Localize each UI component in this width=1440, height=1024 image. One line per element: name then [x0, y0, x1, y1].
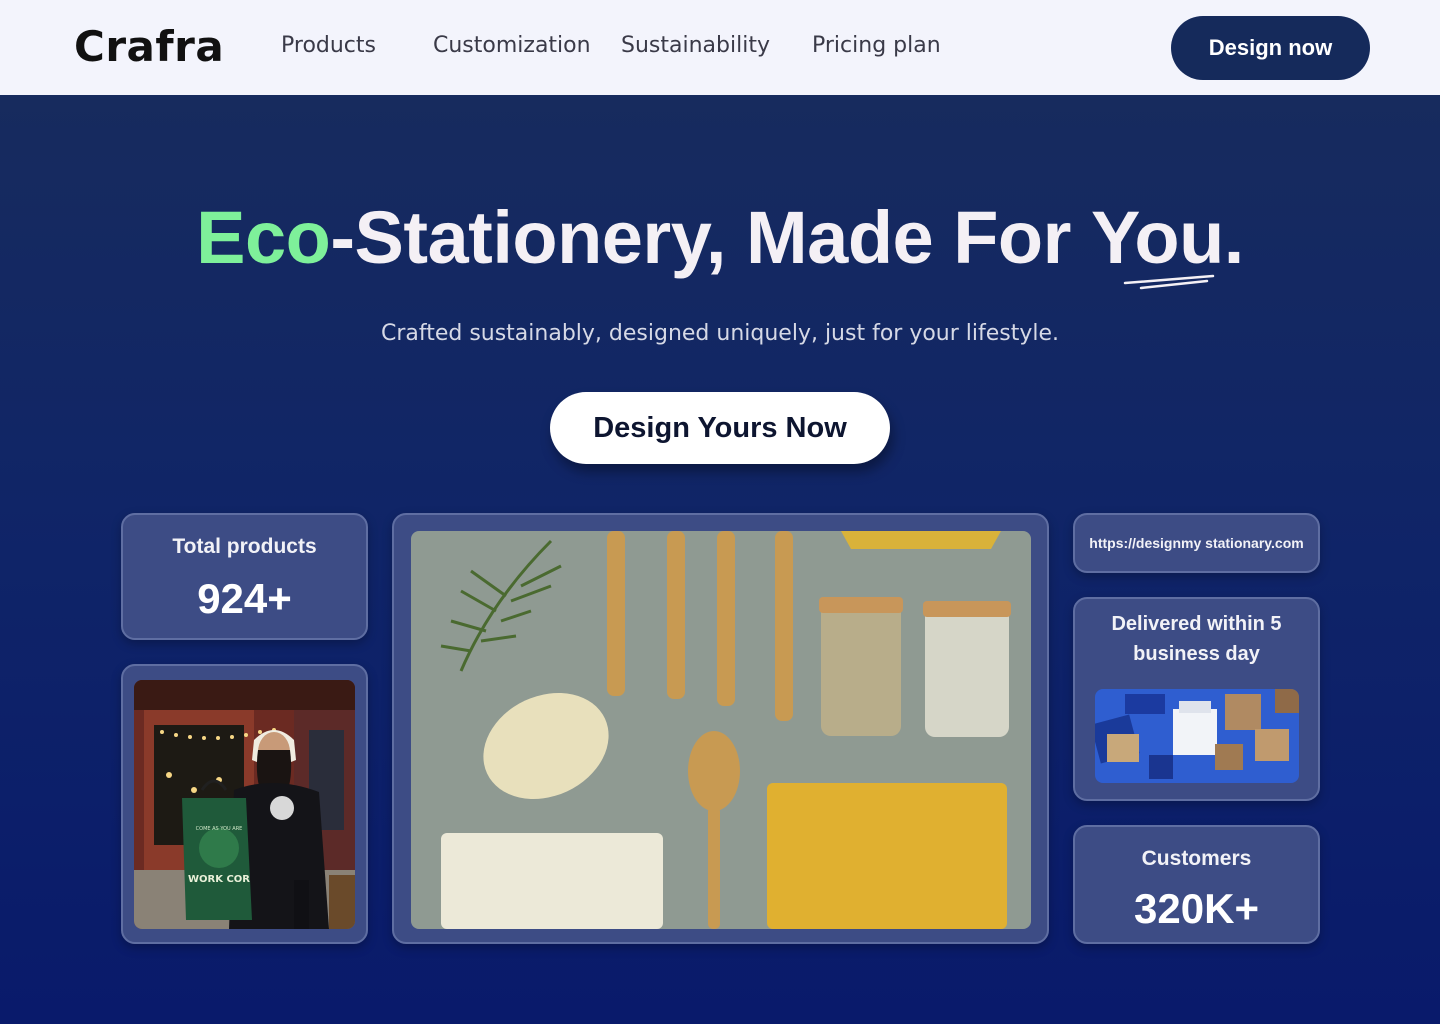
total-products-card: Total products 924+: [121, 513, 368, 640]
eco-products-photo: [411, 531, 1031, 929]
headline-period: .: [1223, 196, 1245, 279]
headline-accent-word: Eco: [196, 196, 331, 279]
delivery-boxes-photo: [1095, 689, 1299, 783]
headline-you-text: You: [1091, 196, 1224, 279]
nav-link-products[interactable]: Products: [281, 33, 376, 58]
design-yours-now-button[interactable]: Design Yours Now: [550, 392, 890, 464]
customers-card: Customers 320K+: [1073, 825, 1320, 944]
nav-link-customization[interactable]: Customization: [433, 33, 591, 58]
delivery-card: Delivered within 5 business day: [1073, 597, 1320, 801]
website-url-card[interactable]: https://designmy stationary.com: [1073, 513, 1320, 573]
website-url-text[interactable]: https://designmy stationary.com: [1075, 535, 1318, 551]
design-now-button[interactable]: Design now: [1171, 16, 1370, 80]
hero-headline: Eco-Stationery, Made For You.: [0, 195, 1440, 290]
customers-value: 320K+: [1134, 885, 1259, 932]
nav-link-pricing-plan[interactable]: Pricing plan: [812, 33, 941, 58]
headline-main-text: -Stationery, Made For: [330, 196, 1091, 279]
total-products-label: Total products: [172, 535, 317, 558]
brand-logo[interactable]: Crafra: [74, 22, 224, 71]
delivery-label-line2: business day: [1133, 643, 1260, 665]
top-navbar: Crafra Products Customization Sustainabi…: [0, 0, 1440, 95]
delivery-label-line1: Delivered within 5: [1111, 613, 1282, 635]
eco-products-photo-card: [392, 513, 1049, 944]
tote-text-top: COME AS YOU ARE: [196, 826, 243, 832]
nav-link-sustainability[interactable]: Sustainability: [621, 33, 770, 58]
tote-bag-photo: COME AS YOU ARE WORK COR: [134, 680, 355, 929]
tote-bag-photo-card: COME AS YOU ARE WORK COR: [121, 664, 368, 944]
hero-section: Eco-Stationery, Made For You. Crafted su…: [0, 95, 1440, 1024]
total-products-value: 924+: [197, 575, 292, 622]
headline-emphasis-word: You: [1091, 195, 1224, 290]
customers-label: Customers: [1141, 847, 1252, 870]
tote-text-main: WORK COR: [188, 874, 250, 885]
hero-subtitle: Crafted sustainably, designed uniquely, …: [380, 321, 1060, 346]
hand-drawn-underline-icon: [1123, 274, 1215, 290]
